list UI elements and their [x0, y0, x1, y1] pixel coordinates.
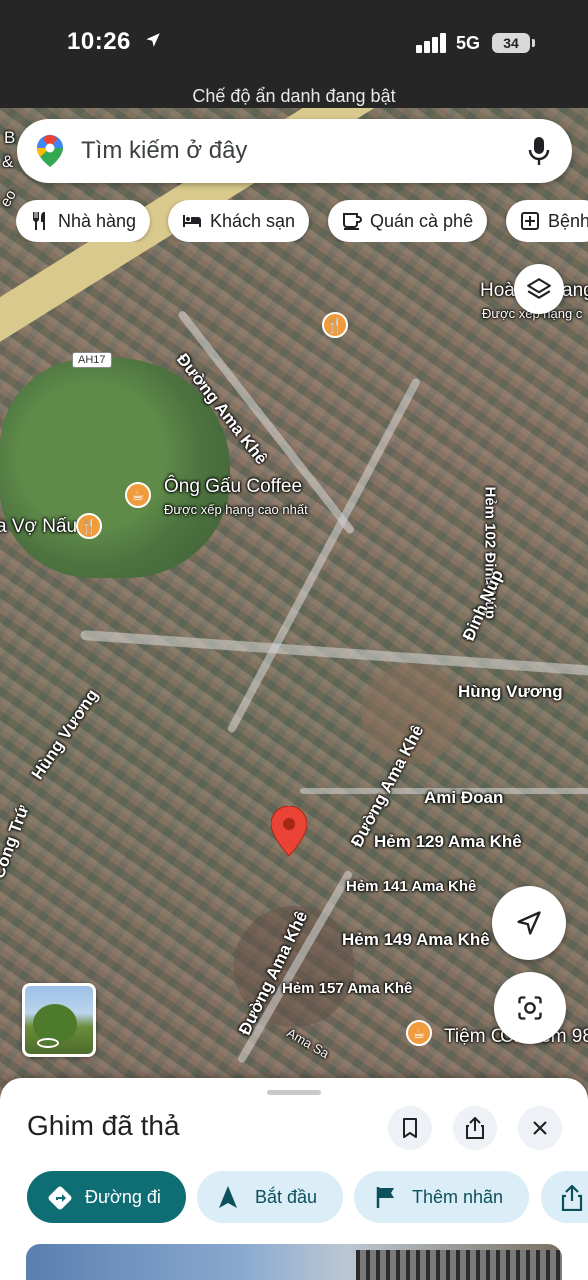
start-button[interactable]: Bắt đầu	[197, 1171, 343, 1223]
share-action-button[interactable]	[541, 1171, 588, 1223]
place-photo[interactable]	[26, 1244, 562, 1280]
camera-lens-icon	[518, 996, 542, 1020]
close-button[interactable]	[518, 1106, 562, 1150]
street-label: Đinh Núp	[458, 566, 507, 644]
place-name[interactable]: a Vợ Nấu	[0, 516, 77, 538]
coffee-poi-icon[interactable]: ☕	[406, 1020, 432, 1046]
dropped-pin-icon[interactable]	[271, 806, 307, 856]
place-name[interactable]: Ông Gấu Coffee	[164, 476, 302, 498]
share-icon	[561, 1185, 583, 1211]
street-label: &	[2, 152, 14, 171]
search-bar[interactable]: Tìm kiếm ở đây	[17, 119, 572, 183]
bed-icon	[183, 215, 201, 227]
navigation-start-icon	[219, 1186, 237, 1208]
chip-label: Nhà hàng	[58, 211, 137, 231]
map-view[interactable]: AH17 B & eo Đường Ama Khê Hẻm 102 Đinh N…	[0, 108, 588, 1118]
share-icon	[466, 1117, 484, 1139]
directions-button[interactable]: Đường đi	[27, 1171, 186, 1223]
place-name[interactable]: Tiệm C	[444, 1026, 505, 1048]
add-label-button[interactable]: Thêm nhãn	[354, 1171, 529, 1223]
sheet-title: Ghim đã thả	[27, 1110, 180, 1141]
street-label: Hùng Vương	[458, 682, 563, 701]
chip-hospitals[interactable]: Bệnh	[506, 200, 588, 242]
save-button[interactable]	[388, 1106, 432, 1150]
place-name[interactable]: Hoà	[480, 280, 515, 302]
maps-logo-icon	[37, 135, 63, 167]
lens-button[interactable]	[494, 972, 566, 1044]
layers-icon	[527, 278, 551, 299]
bookmark-icon	[403, 1118, 417, 1138]
battery-icon: 34	[492, 33, 535, 53]
route-badge: AH17	[72, 352, 112, 368]
microphone-icon[interactable]	[528, 136, 550, 166]
chip-label: Khách sạn	[210, 211, 296, 231]
street-label: Ami Đoan	[424, 788, 504, 807]
rotate-360-icon	[37, 1038, 59, 1048]
place-rating: Được xếp hạng cao nhất	[164, 502, 308, 517]
share-button[interactable]	[453, 1106, 497, 1150]
place-name-suffix: ang	[562, 280, 588, 301]
road	[226, 376, 422, 734]
street-label: Đường Ama Khê	[235, 908, 312, 1038]
directions-icon	[48, 1186, 72, 1210]
chip-cafes[interactable]: Quán cà phê	[328, 200, 488, 242]
street-label: B	[4, 128, 16, 147]
layers-button[interactable]	[514, 264, 564, 314]
street-view-thumbnail[interactable]	[22, 983, 96, 1057]
action-label: Bắt đầu	[255, 1187, 318, 1207]
street-label: Hẻm 149 Ama Khê	[342, 930, 490, 949]
chip-label: Bệnh	[548, 211, 588, 231]
network-type: 5G	[456, 33, 481, 53]
navigation-arrow-icon	[517, 911, 541, 935]
street-label: Hùng Vương	[27, 685, 102, 784]
fork-knife-icon	[33, 212, 45, 230]
street-label: Hẻm 129 Ama Khê	[374, 832, 522, 851]
incognito-banner: Chế độ ẩn danh đang bật	[0, 86, 588, 110]
signal-icon	[416, 33, 448, 53]
category-chips: Nhà hàng Khách sạn Quán cà phê Bệnh	[16, 200, 588, 242]
place-bottom-sheet[interactable]: Ghim đã thả Đường đi Bắt đầu Thêm nhãn	[0, 1078, 588, 1280]
street-label: Ama Sa	[284, 1025, 332, 1062]
hospital-plus-icon	[521, 212, 539, 230]
status-time: 10:26	[67, 28, 162, 56]
road	[80, 629, 588, 677]
action-label: Thêm nhãn	[412, 1187, 504, 1207]
restaurant-poi-icon[interactable]: 🍴	[322, 312, 348, 338]
coffee-poi-icon[interactable]: ☕	[125, 482, 151, 508]
street-label: Hẻm 141 Ama Khê	[346, 878, 477, 895]
close-icon	[533, 1121, 547, 1135]
search-input[interactable]: Tìm kiếm ở đây	[81, 137, 247, 165]
chip-label: Quán cà phê	[370, 211, 474, 231]
status-bar: 10:26 5G 34	[0, 0, 588, 86]
chip-hotels[interactable]: Khách sạn	[168, 200, 310, 242]
sheet-drag-handle[interactable]	[267, 1090, 321, 1095]
my-location-button[interactable]	[492, 886, 566, 960]
flag-icon	[376, 1187, 394, 1208]
coffee-cup-icon	[343, 213, 362, 230]
street-label: Công Trứ	[0, 802, 33, 882]
location-arrow-icon	[146, 33, 160, 47]
street-label: Hẻm 157 Ama Khê	[282, 980, 413, 997]
action-label: Đường đi	[85, 1187, 161, 1207]
status-time-text: 10:26	[67, 28, 131, 55]
restaurant-poi-icon[interactable]: 🍴	[76, 513, 102, 539]
chip-restaurants[interactable]: Nhà hàng	[16, 200, 151, 242]
